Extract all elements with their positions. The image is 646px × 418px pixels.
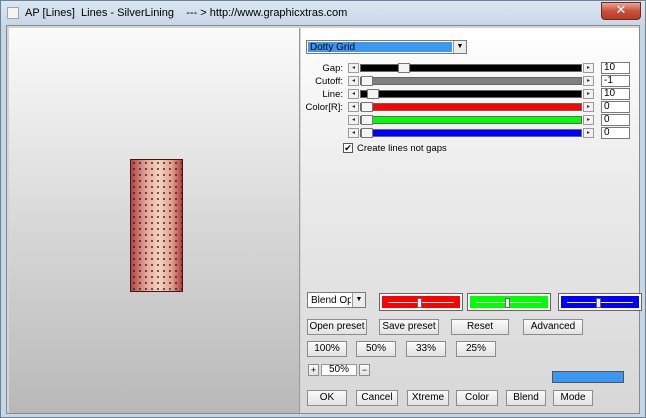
arrow-left-icon[interactable]: ◂	[348, 63, 359, 73]
arrow-left-icon[interactable]: ◂	[348, 128, 359, 138]
app-icon	[7, 7, 19, 19]
close-icon[interactable]: ✕	[601, 2, 641, 20]
slider-label: Cutoff:	[315, 76, 343, 87]
color-blend-thumb[interactable]	[596, 298, 601, 308]
zoom-out-button[interactable]: −	[359, 364, 370, 376]
slider-value-field[interactable]: 0	[601, 127, 630, 139]
slider-thumb[interactable]	[361, 128, 373, 138]
arrow-right-icon[interactable]: ▸	[583, 102, 594, 112]
title-bar[interactable]: AP [Lines] Lines - SilverLining --- > ht…	[1, 1, 645, 25]
zoom-100-button[interactable]: 100%	[307, 341, 347, 357]
create-lines-checkbox[interactable]: ✔	[343, 143, 353, 153]
zoom-50-button[interactable]: 50%	[356, 341, 396, 357]
arrow-right-icon[interactable]: ▸	[583, 115, 594, 125]
slider-row: Gap: ◂ ▸ 10	[301, 62, 639, 74]
open-preset-button[interactable]: Open preset	[307, 319, 367, 335]
dialog-client: Dotty Grid ▼ Gap: ◂ ▸ 10 Cutoff: ◂ ▸ -1 Line: ◂ ▸ 1…	[6, 25, 642, 414]
color-blend-slider[interactable]	[467, 293, 551, 311]
color-blend-thumb[interactable]	[505, 298, 510, 308]
zoom-33-button[interactable]: 33%	[406, 341, 446, 357]
blend-options-select[interactable]: Blend Opti ▼	[307, 292, 366, 308]
arrow-left-icon[interactable]: ◂	[348, 115, 359, 125]
advanced-button[interactable]: Advanced	[523, 319, 583, 335]
color-blend-slider[interactable]	[558, 293, 642, 311]
slider-track[interactable]	[360, 89, 582, 99]
color-swatch[interactable]	[552, 371, 624, 383]
pattern-select-value: Dotty Grid	[308, 42, 452, 52]
slider-value-field[interactable]: -1	[601, 75, 630, 87]
slider-track[interactable]	[360, 76, 582, 86]
arrow-left-icon[interactable]: ◂	[348, 76, 359, 86]
ok-button[interactable]: OK	[307, 390, 347, 406]
slider-value-field[interactable]: 0	[601, 114, 630, 126]
slider-thumb[interactable]	[367, 89, 379, 99]
slider-row: ◂ ▸ 0	[301, 127, 639, 139]
zoom-25-button[interactable]: 25%	[456, 341, 496, 357]
xtreme-button[interactable]: Xtreme	[407, 390, 449, 406]
create-lines-label: Create lines not gaps	[357, 143, 447, 154]
preview-image	[130, 159, 183, 292]
mode-button[interactable]: Mode	[553, 390, 593, 406]
slider-value-field[interactable]: 10	[601, 62, 630, 74]
plugin-window: AP [Lines] Lines - SilverLining --- > ht…	[0, 0, 646, 418]
reset-button[interactable]: Reset	[451, 319, 509, 335]
slider-track[interactable]	[360, 115, 582, 125]
slider-thumb[interactable]	[361, 115, 373, 125]
arrow-right-icon[interactable]: ▸	[583, 128, 594, 138]
slider-row: Cutoff: ◂ ▸ -1	[301, 75, 639, 87]
window-title: AP [Lines] Lines - SilverLining --- > ht…	[25, 7, 348, 19]
slider-track[interactable]	[360, 128, 582, 138]
slider-value-field[interactable]: 0	[601, 101, 630, 113]
slider-thumb[interactable]	[361, 76, 373, 86]
slider-value-field[interactable]: 10	[601, 88, 630, 100]
slider-track[interactable]	[360, 102, 582, 112]
blend-options-value: Blend Opti	[311, 295, 351, 306]
arrow-right-icon[interactable]: ▸	[583, 89, 594, 99]
chevron-down-icon[interactable]: ▼	[352, 293, 365, 307]
arrow-right-icon[interactable]: ▸	[583, 76, 594, 86]
pattern-select[interactable]: Dotty Grid ▼	[306, 40, 467, 54]
slider-label: Gap:	[322, 63, 343, 74]
slider-row: ◂ ▸ 0	[301, 114, 639, 126]
arrow-left-icon[interactable]: ◂	[348, 102, 359, 112]
color-button[interactable]: Color	[456, 390, 498, 406]
color-blend-slider[interactable]	[379, 293, 463, 311]
zoom-in-button[interactable]: +	[308, 364, 319, 376]
checkmark-icon: ✔	[344, 143, 352, 153]
arrow-left-icon[interactable]: ◂	[348, 89, 359, 99]
arrow-right-icon[interactable]: ▸	[583, 63, 594, 73]
slider-label: Line:	[322, 89, 343, 100]
cancel-button[interactable]: Cancel	[356, 390, 398, 406]
color-blend-thumb[interactable]	[417, 298, 422, 308]
slider-row: Color[R]: ◂ ▸ 0	[301, 101, 639, 113]
slider-row: Line: ◂ ▸ 10	[301, 88, 639, 100]
slider-thumb[interactable]	[398, 63, 410, 73]
preview-panel[interactable]	[9, 28, 300, 413]
save-preset-button[interactable]: Save preset	[379, 319, 439, 335]
chevron-down-icon[interactable]: ▼	[453, 41, 466, 53]
controls-panel: Dotty Grid ▼ Gap: ◂ ▸ 10 Cutoff: ◂ ▸ -1 Line: ◂ ▸ 1…	[301, 28, 642, 413]
slider-label: Color[R]:	[305, 102, 343, 113]
zoom-value: 50%	[321, 364, 357, 376]
blend-button[interactable]: Blend	[506, 390, 546, 406]
slider-thumb[interactable]	[361, 102, 373, 112]
slider-track[interactable]	[360, 63, 582, 73]
